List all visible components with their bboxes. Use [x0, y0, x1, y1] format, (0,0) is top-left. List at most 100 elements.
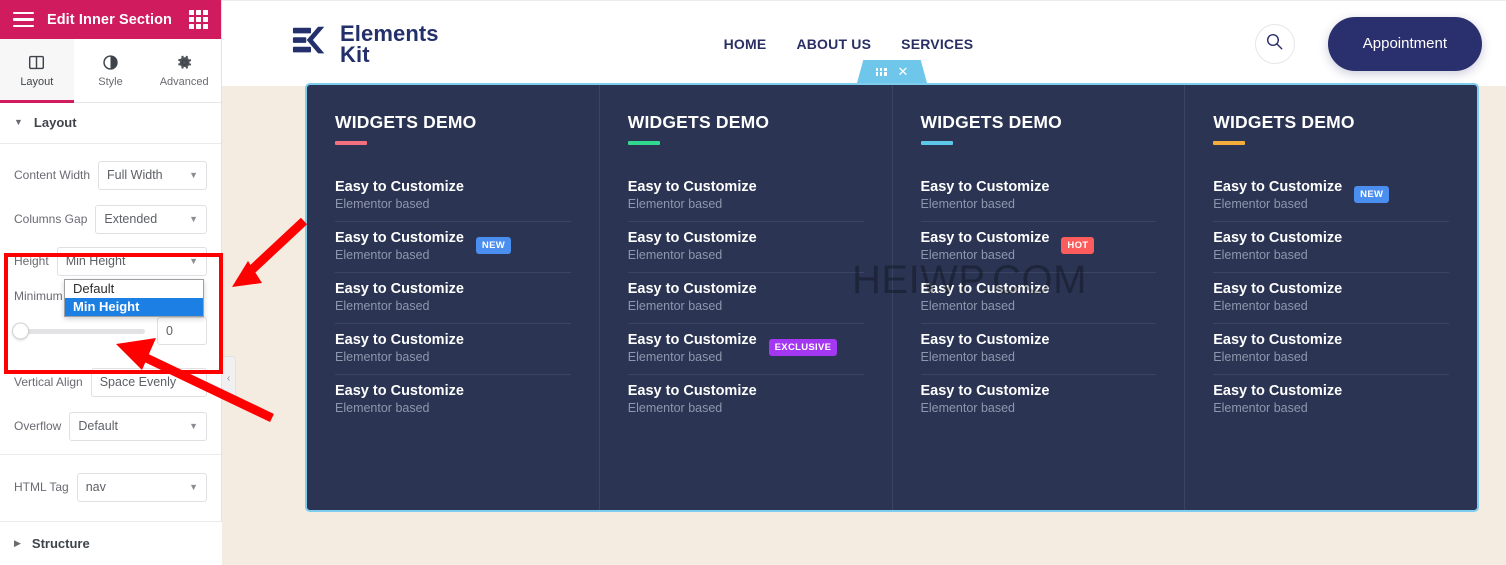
panel-collapse-handle[interactable]: ‹	[222, 356, 236, 400]
widgets-column[interactable]: WIDGETS DEMO Easy to Customize Elementor b…	[307, 85, 600, 510]
widget-list-item[interactable]: Easy to Customize Elementor based	[627, 222, 864, 273]
main-navigation: HOME ABOUT US SERVICES	[724, 36, 974, 52]
nav-item-services[interactable]: SERVICES	[901, 36, 973, 52]
widget-item-title: Easy to Customize	[920, 229, 1050, 246]
widget-item-texts: Easy to Customize Elementor based	[1213, 179, 1342, 211]
height-dropdown-list[interactable]: Default Min Height	[64, 279, 204, 317]
appointment-button[interactable]: Appointment	[1327, 16, 1482, 71]
widgets-inner-section[interactable]: WIDGETS DEMO Easy to Customize Elementor b…	[305, 83, 1479, 512]
widget-item-badge: NEW	[475, 237, 511, 254]
widget-list-item[interactable]: Easy to Customize Elementor based NEW	[1213, 171, 1449, 222]
widget-item-title: Easy to Customize	[335, 229, 464, 246]
minimum-height-input[interactable]: 0	[157, 317, 207, 345]
widget-item-title: Easy to Customize	[920, 178, 1050, 195]
widget-list-item[interactable]: Easy to Customize Elementor based	[920, 171, 1157, 222]
widget-item-title: Easy to Customize	[627, 382, 757, 399]
gear-icon	[176, 54, 193, 71]
page-preview: Elements Kit HOME ABOUT US SERVICES Appo…	[222, 0, 1506, 565]
widget-list-item[interactable]: Easy to Customize Elementor based	[335, 324, 571, 375]
slider-knob[interactable]	[12, 322, 29, 340]
widget-list-item[interactable]: Easy to Customize Elementor based	[1213, 375, 1449, 425]
widget-item-title: Easy to Customize	[1213, 229, 1343, 246]
widget-list-item[interactable]: Easy to Customize Elementor based	[921, 375, 1157, 425]
columns-gap-select[interactable]: Extended ▼	[95, 204, 207, 234]
widgets-column[interactable]: WIDGETS DEMO Easy to Customize Elementor b…	[1185, 85, 1477, 510]
nav-item-about-us[interactable]: ABOUT US	[796, 36, 871, 52]
widget-list-item[interactable]: Easy to Customize Elementor based NEW	[335, 222, 571, 273]
appointment-button-label: Appointment	[1362, 35, 1447, 52]
widget-item-title: Easy to Customize	[335, 178, 464, 195]
widget-item-title: Easy to Customize	[335, 331, 464, 348]
widget-item-title: Easy to Customize	[920, 280, 1050, 297]
chevron-down-icon: ▼	[189, 214, 198, 224]
widget-list-item[interactable]: Easy to Customize Elementor based HOT	[920, 222, 1157, 273]
widget-list-item[interactable]: Easy to Customize Elementor based	[1213, 273, 1449, 324]
widget-item-texts: Easy to Customize Elementor based	[1213, 230, 1342, 262]
search-icon	[1265, 32, 1284, 56]
widget-list-item[interactable]: Easy to Customize Elementor based	[335, 273, 571, 324]
search-button[interactable]	[1254, 23, 1295, 64]
tab-advanced[interactable]: Advanced	[147, 39, 222, 102]
tab-style[interactable]: Style	[73, 39, 148, 102]
grid-apps-icon[interactable]	[189, 10, 208, 29]
content-width-select[interactable]: Full Width ▼	[98, 160, 207, 190]
widgets-column-accent-bar	[335, 141, 367, 145]
widget-item-texts: Easy to Customize Elementor based	[335, 230, 464, 262]
layout-section-header[interactable]: ▼ Layout	[0, 103, 221, 144]
html-tag-select[interactable]: nav ▼	[76, 472, 207, 502]
widget-item-texts: Easy to Customize Elementor based	[335, 179, 464, 211]
chevron-down-icon: ▼	[189, 170, 198, 180]
minimum-height-slider[interactable]	[12, 322, 145, 340]
widget-item-texts: Easy to Customize Elementor based	[335, 332, 464, 364]
widget-list-item[interactable]: Easy to Customize Elementor based	[1213, 324, 1449, 375]
widget-item-subtitle: Elementor based	[335, 247, 430, 262]
height-label: Height	[14, 254, 49, 268]
widgets-column-accent-bar	[627, 141, 660, 145]
control-overflow: Overflow Default ▼	[0, 404, 221, 448]
layout-columns-icon	[28, 54, 45, 71]
widget-list-item[interactable]: Easy to Customize Elementor based	[627, 273, 864, 324]
widget-list-item[interactable]: Easy to Customize Elementor based	[627, 171, 864, 222]
widget-item-title: Easy to Customize	[1213, 331, 1343, 348]
widget-list-item[interactable]: Easy to Customize Elementor based	[335, 171, 571, 222]
caret-down-icon: ▼	[14, 117, 23, 127]
nav-item-home[interactable]: HOME	[724, 36, 767, 52]
widget-item-badge: NEW	[1354, 186, 1390, 203]
widgets-column[interactable]: WIDGETS DEMO Easy to Customize Elementor b…	[893, 85, 1186, 510]
control-vertical-align: Vertical Align Space Evenly ▼	[0, 360, 221, 404]
html-tag-label: HTML Tag	[14, 480, 69, 494]
widget-list-item[interactable]: Easy to Customize Elementor based	[628, 375, 864, 425]
widget-item-title: Easy to Customize	[627, 229, 757, 246]
widgets-column-title: WIDGETS DEMO	[335, 112, 477, 132]
site-logo[interactable]: Elements Kit	[292, 22, 439, 65]
widget-list-item[interactable]: Easy to Customize Elementor based	[335, 375, 571, 425]
structure-section-header[interactable]: ▶ Structure	[0, 521, 222, 565]
overflow-select[interactable]: Default ▼	[69, 411, 207, 441]
section-edit-handle: ✕	[857, 60, 927, 83]
widget-list-item[interactable]: Easy to Customize Elementor based EXCLUSIV…	[627, 324, 864, 375]
tab-layout[interactable]: Layout	[0, 39, 74, 103]
widget-item-title: Easy to Customize	[335, 382, 464, 399]
widget-item-title: Easy to Customize	[1213, 382, 1343, 399]
widget-item-subtitle: Elementor based	[920, 349, 1016, 364]
overflow-value: Default	[78, 419, 118, 433]
overflow-label: Overflow	[14, 419, 62, 433]
logo-text-line1: Elements	[340, 20, 439, 46]
widget-item-texts: Easy to Customize Elementor based	[1213, 281, 1342, 313]
widget-list-item[interactable]: Easy to Customize Elementor based	[920, 273, 1157, 324]
close-x-icon[interactable]: ✕	[898, 65, 909, 78]
panel-tabs: Layout Style Advanced	[0, 39, 222, 103]
widget-list-item[interactable]: Easy to Customize Elementor based	[1213, 222, 1449, 273]
vertical-align-select[interactable]: Space Evenly ▼	[90, 367, 207, 397]
height-option-min-height[interactable]: Min Height	[65, 298, 203, 316]
widget-item-subtitle: Elementor based	[627, 196, 723, 211]
widgets-column[interactable]: WIDGETS DEMO Easy to Customize Elementor b…	[600, 85, 893, 510]
html-tag-value: nav	[85, 480, 106, 494]
widgets-list: Easy to Customize Elementor based NEW Easy …	[1213, 171, 1449, 425]
widget-item-title: Easy to Customize	[1213, 280, 1343, 297]
widget-list-item[interactable]: Easy to Customize Elementor based	[920, 324, 1157, 375]
height-select[interactable]: Min Height ▼	[56, 246, 207, 276]
widget-item-texts: Easy to Customize Elementor based	[921, 281, 1050, 313]
height-option-default[interactable]: Default	[65, 280, 203, 298]
drag-grid-icon[interactable]	[875, 67, 887, 76]
